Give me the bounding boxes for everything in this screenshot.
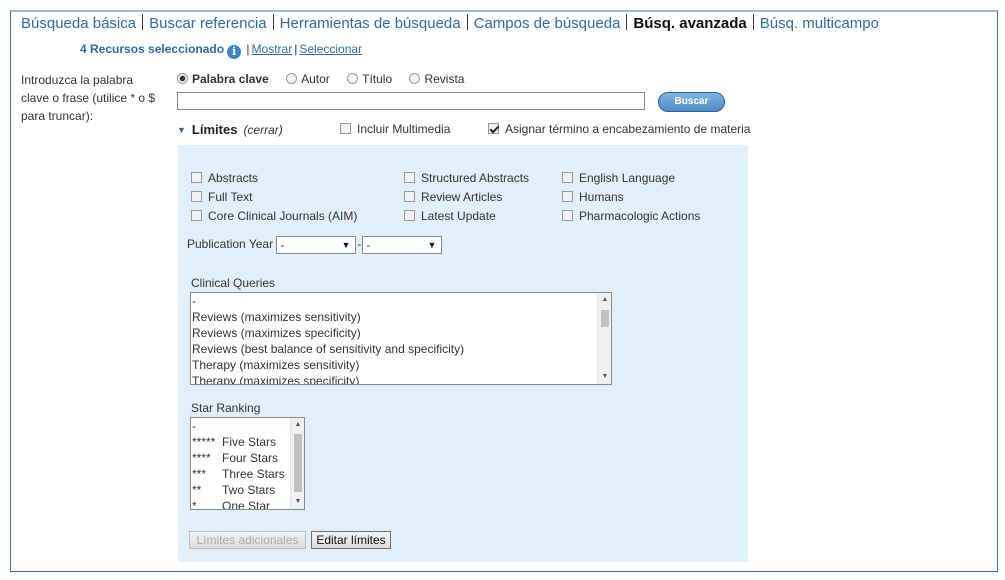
list-option[interactable]: - [191,293,611,309]
checkbox[interactable] [562,191,573,202]
select-resources-link[interactable]: Seleccionar [299,42,362,56]
checkbox[interactable] [191,191,202,202]
limits-header: ▼ Límites (cerrar) Incluir Multimedia Asig… [177,122,777,140]
checkbox[interactable] [191,172,202,183]
list-option[interactable]: Therapy (maximizes specificity) [191,373,611,384]
radio-button[interactable] [347,73,359,84]
limit-review-articles[interactable]: Review Articles [404,190,502,204]
checkbox[interactable] [404,191,415,202]
resources-line: 4 Recursos seleccionado i | Mostrar | Selecc… [80,42,362,59]
publication-year-label: Publication Year [187,237,274,252]
limits-panel: Abstracts Full Text Core Clinical Journa… [178,145,748,562]
clinical-queries-label: Clinical Queries [191,276,276,290]
limit-core-clinical-journals[interactable]: Core Clinical Journals (AIM) [191,209,357,223]
nav-search-tools[interactable]: Herramientas de búsqueda [274,15,467,32]
nav-find-citation[interactable]: Buscar referencia [143,15,273,32]
scroll-up-arrow-icon[interactable]: ▲ [598,293,611,307]
radio-title[interactable]: Título [347,72,392,86]
radio-author[interactable]: Autor [286,72,330,86]
show-resources-link[interactable]: Mostrar [252,42,293,56]
radio-journal[interactable]: Revista [409,72,464,86]
divider: | [294,42,298,56]
scroll-thumb[interactable] [601,310,609,327]
list-option[interactable]: **** Four Stars [191,450,304,466]
list-option[interactable]: Reviews (maximizes sensitivity) [191,309,611,325]
year-range-separator: - [357,237,362,252]
scroll-thumb[interactable] [294,434,302,492]
info-icon[interactable]: i [227,45,242,59]
limits-close-link[interactable]: (cerrar) [243,123,282,137]
resources-count: 4 Recursos seleccionado [80,42,225,56]
search-prompt: Introduzca la palabra clave o frase (uti… [21,73,156,123]
dropdown-arrow-icon: ▼ [341,240,351,250]
radio-button[interactable] [409,73,421,84]
nav-search-fields[interactable]: Campos de búsqueda [468,15,627,32]
checkbox[interactable] [562,210,573,221]
more-limits-button[interactable]: Límites adicionales [189,531,306,549]
checkbox[interactable] [404,172,415,183]
scrollbar[interactable]: ▲ ▼ [597,293,611,384]
list-option[interactable]: * One Star [191,498,304,509]
limit-structured-abstracts[interactable]: Structured Abstracts [404,171,529,185]
search-type-group: Palabra clave Autor Título Revista [177,72,478,86]
list-option[interactable]: ** Two Stars [191,482,304,498]
list-option[interactable]: Reviews (best balance of sensitivity and… [191,341,611,357]
checkbox[interactable] [562,172,573,183]
nav-basic-search[interactable]: Búsqueda básica [21,15,142,32]
scroll-down-arrow-icon[interactable]: ▼ [291,495,304,509]
limits-toggle[interactable]: ▼ Límites (cerrar) [177,122,283,137]
scroll-up-arrow-icon[interactable]: ▲ [291,418,304,432]
limit-abstracts[interactable]: Abstracts [191,171,258,185]
checkbox[interactable] [191,210,202,221]
radio-button-checked[interactable] [177,73,188,84]
list-option[interactable]: *** Three Stars [191,466,304,482]
limit-latest-update[interactable]: Latest Update [404,209,496,223]
search-button[interactable]: Buscar [658,92,725,112]
triangle-down-icon: ▼ [177,125,186,135]
dropdown-arrow-icon: ▼ [427,240,437,250]
edit-limits-button[interactable]: Editar límites [311,531,391,549]
radio-keyword[interactable]: Palabra clave [177,72,269,86]
limits-title: Límites [191,122,238,137]
list-option[interactable]: ***** Five Stars [191,434,304,450]
limit-pharmacologic-actions[interactable]: Pharmacologic Actions [562,209,700,223]
nav-advanced-search[interactable]: Búsq. avanzada [627,15,752,32]
assign-term-option[interactable]: Asignar término a encabezamiento de mate… [488,122,750,136]
star-ranking-listbox[interactable]: - ***** Five Stars **** Four Stars *** Thre… [190,417,305,510]
list-option[interactable]: Therapy (maximizes sensitivity) [191,357,611,373]
scrollbar[interactable]: ▲ ▼ [290,418,304,509]
list-option[interactable]: - [191,418,304,434]
publication-year-row: Publication Year - ▼ - - ▼ [187,236,443,254]
clinical-queries-listbox[interactable]: - Reviews (maximizes sensitivity) Review… [190,292,612,385]
limit-humans[interactable]: Humans [562,190,624,204]
star-ranking-label: Star Ranking [191,401,261,415]
nav-multifield-search[interactable]: Búsq. multicampo [754,15,885,32]
limit-english-language[interactable]: English Language [562,171,675,185]
search-input[interactable] [177,92,645,110]
checkbox[interactable] [404,210,415,221]
publication-year-from-select[interactable]: - ▼ [276,236,357,254]
radio-button[interactable] [286,73,298,84]
include-multimedia-option[interactable]: Incluir Multimedia [340,122,450,136]
divider: | [246,42,250,56]
include-multimedia-checkbox[interactable] [340,123,351,134]
assign-term-checkbox[interactable] [488,123,499,134]
list-option[interactable]: Reviews (maximizes specificity) [191,325,611,341]
search-mode-nav: Búsqueda básica Buscar referencia Herramie… [21,14,885,32]
publication-year-to-select[interactable]: - ▼ [362,236,443,254]
scroll-down-arrow-icon[interactable]: ▼ [598,370,611,384]
limit-full-text[interactable]: Full Text [191,190,252,204]
